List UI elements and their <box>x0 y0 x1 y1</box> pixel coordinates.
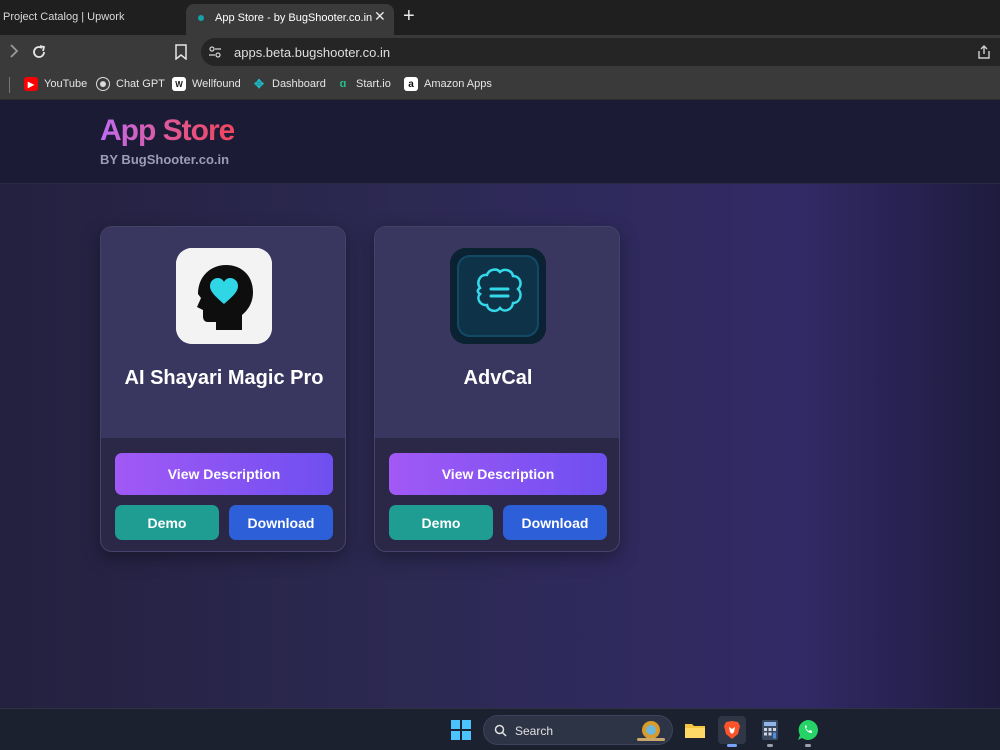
download-button[interactable]: Download <box>503 505 607 540</box>
search-icon <box>494 724 507 737</box>
bookmarks-bar: ▶ YouTube ✺ Chat GPT W Wellfound ✥ Dashb… <box>0 69 1000 100</box>
file-explorer-icon[interactable] <box>681 716 709 744</box>
app-card-header: AdvCal <box>375 227 619 438</box>
download-button[interactable]: Download <box>229 505 333 540</box>
tab-project-catalog[interactable]: Project Catalog | Upwork <box>0 0 180 35</box>
bookmark-amazon-apps[interactable]: a Amazon Apps <box>404 75 492 93</box>
view-description-button[interactable]: View Description <box>115 453 333 495</box>
bookmarks-separator <box>9 77 10 93</box>
bookmark-label: Wellfound <box>192 78 241 90</box>
demo-button[interactable]: Demo <box>115 505 219 540</box>
amazon-icon: a <box>404 77 418 91</box>
address-bar[interactable]: apps.beta.bugshooter.co.in <box>201 38 1000 66</box>
bookmark-youtube[interactable]: ▶ YouTube <box>24 75 87 93</box>
bookmark-chatgpt[interactable]: ✺ Chat GPT <box>96 75 165 93</box>
windows-start-icon[interactable] <box>447 716 475 744</box>
startio-icon: ɑ <box>339 78 347 90</box>
new-tab-button[interactable]: + <box>403 6 415 26</box>
app-name: AI Shayari Magic Pro <box>124 367 324 389</box>
search-label: Search <box>515 724 554 738</box>
site-subtitle: BY BugShooter.co.in <box>100 152 230 167</box>
active-indicator <box>727 744 737 747</box>
app-card: AI Shayari Magic Pro View Description De… <box>100 226 346 552</box>
dashboard-icon: ✥ <box>253 77 265 91</box>
bookmark-dashboard[interactable]: ✥ Dashboard <box>252 75 326 93</box>
tab-close-icon[interactable]: ✕ <box>374 8 386 25</box>
youtube-icon: ▶ <box>24 77 38 91</box>
bookmark-label: Chat GPT <box>116 78 165 90</box>
app-card: AdvCal View Description Demo Download <box>374 226 620 552</box>
demo-button[interactable]: Demo <box>389 505 493 540</box>
bookmark-startio[interactable]: ɑ Start.io <box>336 75 391 93</box>
site-header: App Store BY BugShooter.co.in <box>0 100 1000 184</box>
share-icon[interactable] <box>976 44 992 60</box>
wellfound-icon: W <box>172 77 186 91</box>
bookmark-icon[interactable] <box>174 44 188 60</box>
running-indicator <box>805 744 811 747</box>
bookmark-label: Amazon Apps <box>424 78 492 90</box>
windows-taskbar: Search <box>0 708 1000 750</box>
browser-toolbar: apps.beta.bugshooter.co.in <box>0 35 1000 69</box>
app-card-header: AI Shayari Magic Pro <box>101 227 345 438</box>
bookmark-wellfound[interactable]: W Wellfound <box>172 75 241 93</box>
tab-title: Project Catalog | Upwork <box>3 11 125 23</box>
calculator-icon[interactable] <box>756 716 784 747</box>
forward-icon[interactable] <box>7 42 21 60</box>
tab-app-store[interactable]: App Store - by BugShooter.co.in ✕ <box>186 4 394 35</box>
search-highlight-icon <box>637 721 665 741</box>
bookmark-label: Start.io <box>356 78 391 90</box>
view-description-button[interactable]: View Description <box>389 453 607 495</box>
bookmark-label: Dashboard <box>272 78 326 90</box>
site-title[interactable]: App Store <box>100 114 235 148</box>
running-indicator <box>767 744 773 747</box>
site-info-icon[interactable] <box>208 45 222 59</box>
browser-tab-strip: Project Catalog | Upwork App Store - by … <box>0 0 1000 35</box>
reload-icon[interactable] <box>30 43 48 61</box>
taskbar-search[interactable]: Search <box>483 715 673 745</box>
head-heart-icon <box>176 248 272 344</box>
app-store-page: App Store BY BugShooter.co.in AI Shayari… <box>0 100 1000 708</box>
bookmark-label: YouTube <box>44 78 88 90</box>
whatsapp-icon[interactable] <box>794 716 822 747</box>
app-name: AdvCal <box>463 367 533 389</box>
brain-icon <box>450 248 546 344</box>
brave-icon[interactable] <box>718 716 746 747</box>
tab-title: App Store - by BugShooter.co.in <box>215 12 373 24</box>
favicon-icon <box>198 15 204 21</box>
chatgpt-icon: ✺ <box>96 77 110 91</box>
url-text: apps.beta.bugshooter.co.in <box>234 45 391 60</box>
